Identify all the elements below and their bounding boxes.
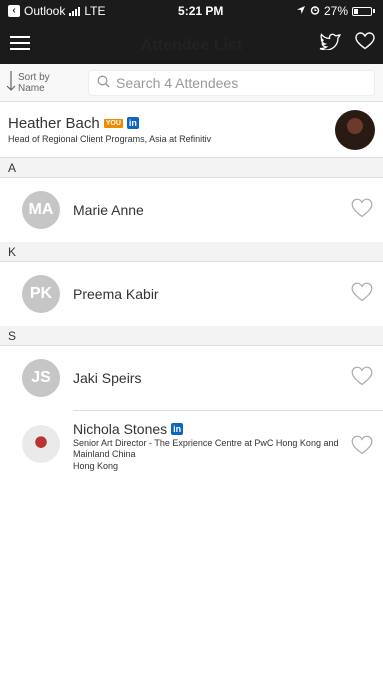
sort-arrow-icon	[6, 70, 16, 95]
attendee-location: Hong Kong	[73, 461, 119, 471]
back-to-app-icon[interactable]: ‹	[8, 5, 20, 17]
list-item[interactable]: MA Marie Anne	[0, 178, 383, 242]
current-user-title: Head of Regional Client Programs, Asia a…	[8, 133, 212, 144]
linkedin-icon[interactable]: in	[126, 117, 139, 129]
status-right: 27%	[296, 4, 375, 18]
search-input[interactable]: Search 4 Attendees	[88, 69, 375, 96]
location-arrow-icon	[296, 4, 306, 18]
twitter-icon[interactable]	[319, 32, 342, 55]
current-user-info: Heather Bach YOU in Head of Regional Cli…	[8, 115, 335, 145]
attendee-info: Nichola Stones in Senior Art Director - …	[73, 421, 351, 472]
sort-label-line2: Name	[18, 82, 45, 94]
you-badge: YOU	[103, 118, 123, 128]
heart-icon[interactable]	[351, 198, 373, 223]
current-user-row[interactable]: Heather Bach YOU in Head of Regional Cli…	[0, 102, 383, 158]
status-bar: ‹ Outlook LTE 5:21 PM 27%	[0, 0, 383, 22]
sort-label-line1: Sort by	[18, 71, 50, 83]
sort-label: Sort by Name	[18, 72, 50, 94]
search-icon	[97, 75, 110, 91]
search-placeholder: Search 4 Attendees	[116, 74, 239, 91]
avatar-initials: MA	[22, 191, 60, 229]
alarm-icon	[310, 4, 320, 18]
section-header-s: S	[0, 326, 383, 346]
attendee-name: Nichola Stones	[73, 421, 168, 437]
heart-icon[interactable]	[351, 282, 373, 307]
menu-icon[interactable]	[10, 36, 30, 50]
avatar	[335, 109, 375, 150]
avatar	[22, 425, 60, 463]
heart-icon[interactable]	[351, 435, 373, 460]
list-item[interactable]: Nichola Stones in Senior Art Director - …	[0, 411, 383, 489]
section-header-a: A	[0, 158, 383, 178]
toolbar: Sort by Name Search 4 Attendees	[0, 64, 383, 102]
attendee-name: Marie Anne	[73, 202, 144, 218]
clock: 5:21 PM	[178, 4, 224, 18]
sort-by-button[interactable]: Sort by Name	[6, 70, 88, 95]
list-item[interactable]: PK Preema Kabir	[0, 262, 383, 326]
linkedin-icon[interactable]: in	[171, 423, 184, 435]
current-user-name: Heather Bach	[8, 114, 100, 132]
heart-icon[interactable]	[351, 366, 373, 391]
battery-percent: 27%	[323, 4, 348, 18]
attendee-title: Senior Art Director - The Exprience Cent…	[73, 438, 339, 459]
list-item[interactable]: JS Jaki Speirs	[0, 346, 383, 410]
attendee-name: Jaki Speirs	[73, 370, 142, 386]
avatar-initials: JS	[22, 359, 60, 397]
nav-bar	[0, 22, 383, 64]
avatar-initials: PK	[22, 275, 60, 313]
battery-icon	[352, 6, 375, 16]
top-bar: ‹ Outlook LTE 5:21 PM 27%	[0, 0, 383, 64]
network-label: LTE	[84, 4, 106, 18]
status-left: ‹ Outlook LTE	[8, 4, 105, 18]
favorites-heart-icon[interactable]	[355, 31, 375, 55]
section-header-k: K	[0, 242, 383, 262]
attendee-name: Preema Kabir	[73, 286, 159, 302]
back-app-label[interactable]: Outlook	[24, 4, 65, 18]
nav-actions	[319, 31, 375, 55]
signal-icon	[69, 6, 81, 16]
